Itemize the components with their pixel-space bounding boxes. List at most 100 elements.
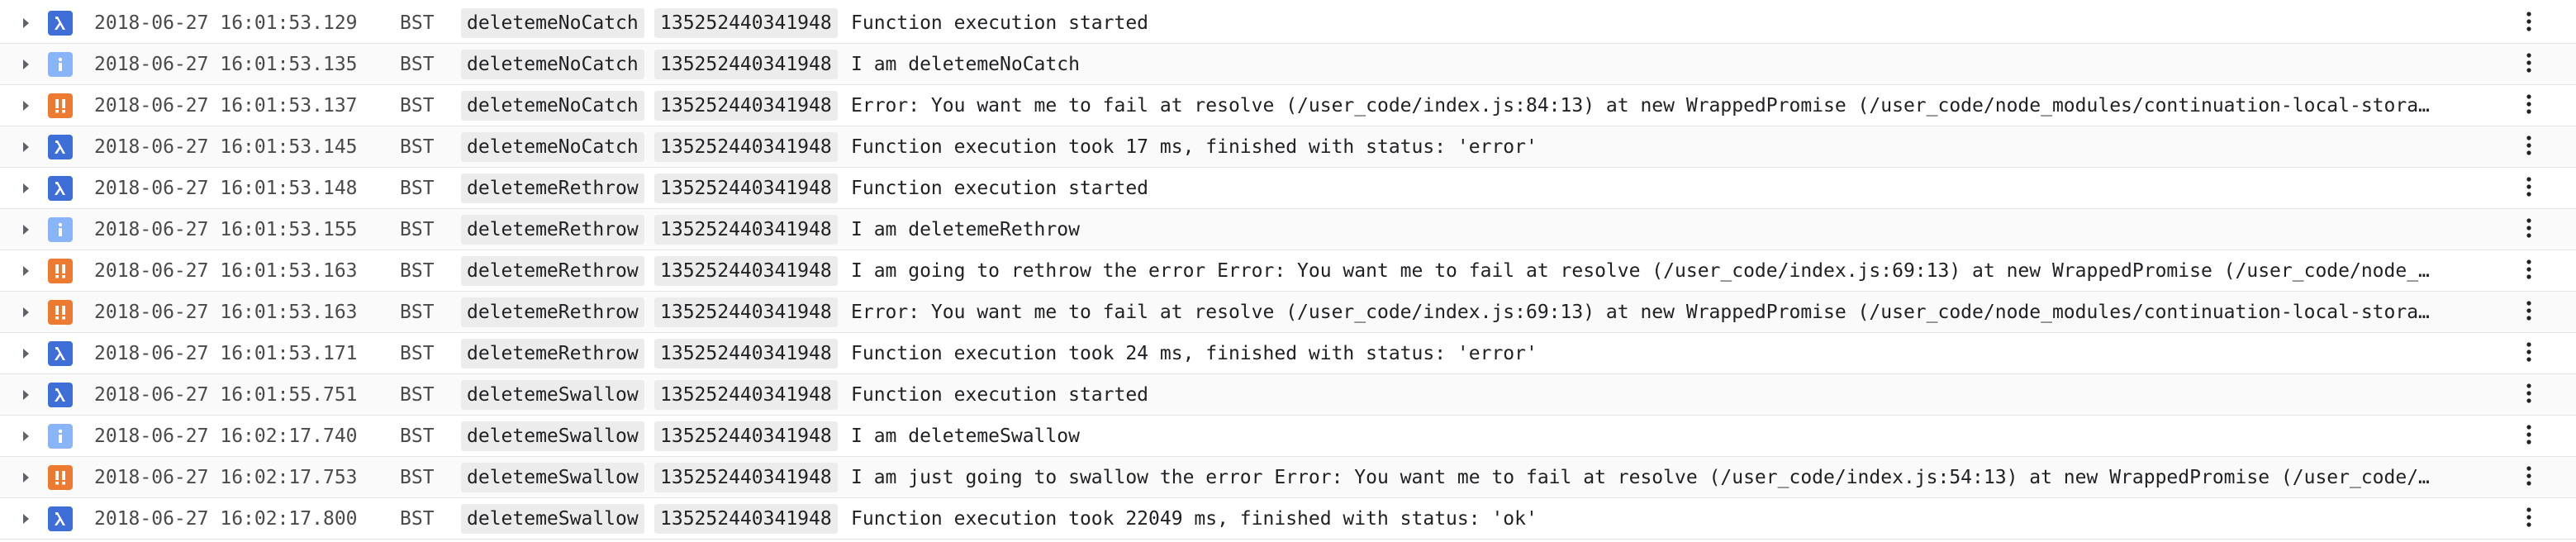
row-menu-button[interactable] — [2517, 126, 2541, 168]
log-timestamp: 2018-06-27 16:02:17.740 — [94, 426, 400, 447]
function-name-chip[interactable]: deletemeNoCatch — [461, 131, 644, 162]
double-exclamation-icon — [48, 464, 73, 490]
function-name-chip[interactable]: deletemeRethrow — [461, 338, 644, 368]
execution-id-chip[interactable]: 135252440341948 — [654, 338, 838, 368]
row-menu-button[interactable] — [2517, 498, 2541, 540]
caret-right-icon — [22, 348, 31, 359]
function-name-chip[interactable]: deletemeRethrow — [461, 173, 644, 203]
expand-row-button[interactable] — [10, 457, 43, 498]
expand-row-button[interactable] — [10, 2, 43, 44]
log-date: 2018-06-27 — [94, 218, 209, 240]
log-timezone: BST — [400, 425, 435, 447]
function-name-chip[interactable]: deletemeSwallow — [461, 462, 644, 492]
expand-row-button[interactable] — [10, 209, 43, 250]
row-menu-button[interactable] — [2517, 416, 2541, 457]
lambda-icon — [48, 506, 73, 531]
log-row[interactable]: 2018-06-27 16:02:17.740 BST deletemeSwallo… — [0, 416, 2576, 457]
log-row[interactable]: 2018-06-27 16:01:53.171 BST deletemeRethro… — [0, 333, 2576, 374]
log-message: Error: You want me to fail at resolve (/… — [851, 301, 2430, 323]
execution-id-chip[interactable]: 135252440341948 — [654, 503, 838, 534]
row-menu-button[interactable] — [2517, 374, 2541, 416]
log-date: 2018-06-27 — [94, 12, 209, 34]
function-name-chip[interactable]: deletemeRethrow — [461, 297, 644, 327]
log-row[interactable]: 2018-06-27 16:01:53.163 BST deletemeRethro… — [0, 292, 2576, 333]
log-message: Function execution took 24 ms, finished … — [851, 342, 1538, 364]
row-menu-button[interactable] — [2517, 292, 2541, 333]
expand-row-button[interactable] — [10, 292, 43, 333]
execution-id-chip[interactable]: 135252440341948 — [654, 173, 838, 203]
execution-id-chip[interactable]: 135252440341948 — [654, 379, 838, 410]
log-timestamp: 2018-06-27 16:02:17.800 — [94, 508, 400, 530]
log-date: 2018-06-27 — [94, 136, 209, 158]
function-name-chip[interactable]: deletemeSwallow — [461, 503, 644, 534]
log-time: 16:01:53.137 — [220, 94, 358, 116]
caret-right-icon — [22, 389, 31, 401]
expand-row-button[interactable] — [10, 498, 43, 540]
more-vert-icon — [2526, 424, 2532, 449]
double-exclamation-icon — [48, 93, 73, 118]
log-date: 2018-06-27 — [94, 342, 209, 364]
log-timezone: BST — [400, 507, 435, 530]
log-time: 16:02:17.740 — [220, 425, 358, 447]
log-row[interactable]: 2018-06-27 16:01:53.145 BST deletemeNoCatc… — [0, 126, 2576, 168]
function-name-chip[interactable]: deletemeRethrow — [461, 214, 644, 245]
caret-right-icon — [22, 100, 31, 112]
execution-id-chip[interactable]: 135252440341948 — [654, 421, 838, 451]
expand-row-button[interactable] — [10, 250, 43, 292]
execution-id-chip[interactable]: 135252440341948 — [654, 462, 838, 492]
log-timestamp: 2018-06-27 16:01:53.155 — [94, 219, 400, 240]
expand-row-button[interactable] — [10, 44, 43, 85]
log-message: Function execution started — [851, 12, 1149, 34]
execution-id-chip[interactable]: 135252440341948 — [654, 214, 838, 245]
execution-id-chip[interactable]: 135252440341948 — [654, 131, 838, 162]
expand-row-button[interactable] — [10, 374, 43, 416]
log-timezone: BST — [400, 94, 435, 116]
function-name-chip[interactable]: deletemeSwallow — [461, 379, 644, 410]
log-time: 16:02:17.800 — [220, 507, 358, 530]
expand-row-button[interactable] — [10, 85, 43, 126]
log-row[interactable]: 2018-06-27 16:02:17.800 BST deletemeSwallo… — [0, 498, 2576, 540]
caret-right-icon — [22, 513, 31, 525]
log-message: Function execution took 22049 ms, finish… — [851, 507, 1538, 530]
log-row[interactable]: 2018-06-27 16:01:53.135 BST deletemeNoCatc… — [0, 44, 2576, 85]
execution-id-chip[interactable]: 135252440341948 — [654, 7, 838, 38]
expand-row-button[interactable] — [10, 333, 43, 374]
function-name-chip[interactable]: deletemeRethrow — [461, 255, 644, 286]
log-row[interactable]: 2018-06-27 16:01:55.751 BST deletemeSwallo… — [0, 374, 2576, 416]
log-timezone: BST — [400, 53, 435, 75]
log-row[interactable]: 2018-06-27 16:02:17.753 BST deletemeSwallo… — [0, 457, 2576, 498]
function-name-chip[interactable]: deletemeNoCatch — [461, 49, 644, 79]
row-menu-button[interactable] — [2517, 209, 2541, 250]
log-row[interactable]: 2018-06-27 16:01:53.129 BST deletemeNoCatc… — [0, 2, 2576, 44]
log-row[interactable]: 2018-06-27 16:01:53.163 BST deletemeRethro… — [0, 250, 2576, 292]
log-row[interactable]: 2018-06-27 16:01:53.137 BST deletemeNoCatc… — [0, 85, 2576, 126]
log-time: 16:01:53.129 — [220, 12, 358, 34]
info-icon — [48, 51, 73, 77]
row-menu-button[interactable] — [2517, 168, 2541, 209]
log-row[interactable]: 2018-06-27 16:01:53.155 BST deletemeRethro… — [0, 209, 2576, 250]
caret-right-icon — [22, 141, 31, 153]
execution-id-chip[interactable]: 135252440341948 — [654, 90, 838, 121]
function-name-chip[interactable]: deletemeNoCatch — [461, 90, 644, 121]
log-timezone: BST — [400, 218, 435, 240]
execution-id-chip[interactable]: 135252440341948 — [654, 297, 838, 327]
row-menu-button[interactable] — [2517, 457, 2541, 498]
expand-row-button[interactable] — [10, 416, 43, 457]
row-menu-button[interactable] — [2517, 333, 2541, 374]
expand-row-button[interactable] — [10, 126, 43, 168]
caret-right-icon — [22, 265, 31, 277]
expand-row-button[interactable] — [10, 168, 43, 209]
log-timezone: BST — [400, 301, 435, 323]
log-date: 2018-06-27 — [94, 425, 209, 447]
log-row[interactable]: 2018-06-27 16:01:53.148 BST deletemeRethro… — [0, 168, 2576, 209]
execution-id-chip[interactable]: 135252440341948 — [654, 255, 838, 286]
execution-id-chip[interactable]: 135252440341948 — [654, 49, 838, 79]
log-date: 2018-06-27 — [94, 94, 209, 116]
row-menu-button[interactable] — [2517, 2, 2541, 44]
log-timestamp: 2018-06-27 16:01:53.135 — [94, 54, 400, 75]
row-menu-button[interactable] — [2517, 44, 2541, 85]
row-menu-button[interactable] — [2517, 250, 2541, 292]
row-menu-button[interactable] — [2517, 85, 2541, 126]
function-name-chip[interactable]: deletemeSwallow — [461, 421, 644, 451]
function-name-chip[interactable]: deletemeNoCatch — [461, 7, 644, 38]
